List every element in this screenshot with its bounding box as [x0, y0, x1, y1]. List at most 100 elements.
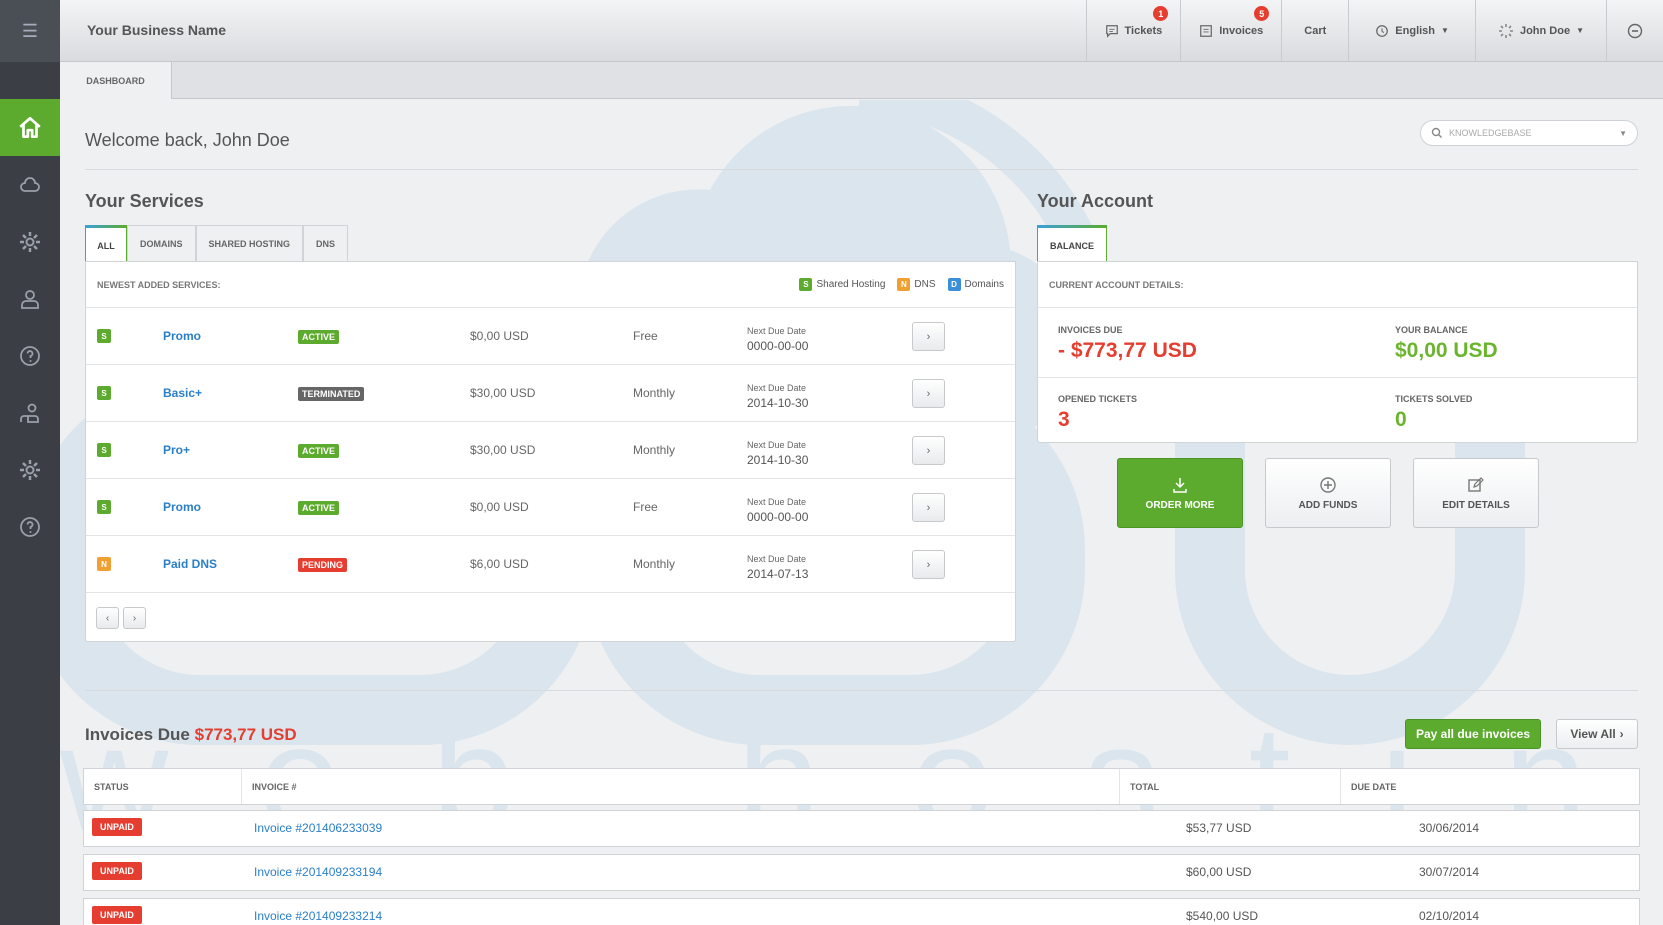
service-type-badge: N [97, 557, 111, 571]
invoice-row: UNPAID Invoice #201406233039 $53,77 USD … [83, 810, 1640, 847]
service-price: $0,00 USD [470, 329, 529, 343]
tab-dns[interactable]: DNS [303, 225, 349, 261]
service-type-badge: S [97, 500, 111, 514]
view-all-button[interactable]: View All › [1556, 719, 1638, 749]
edit-details-label: EDIT DETAILS [1442, 499, 1510, 511]
sidebar-item-home[interactable] [0, 99, 60, 156]
opened-tickets-label: OPENED TICKETS [1058, 394, 1138, 404]
invoices-nav[interactable]: Invoices 5 [1180, 0, 1281, 61]
invoices-due-label: INVOICES DUE [1058, 325, 1123, 335]
col-due-date[interactable]: DUE DATE [1341, 769, 1396, 804]
user-dropdown[interactable]: John Doe ▼ [1474, 0, 1606, 61]
sidebar-item-help[interactable] [0, 327, 60, 384]
invoices-label: Invoices [1219, 24, 1264, 37]
top-nav: Tickets 1 Invoices 5 Cart English ▼ John… [1085, 0, 1663, 61]
services-tabs: ALL DOMAINS SHARED HOSTING DNS [85, 225, 349, 263]
invoice-number-link[interactable]: Invoice #201409233194 [254, 865, 382, 879]
chevron-down-icon: ▼ [1576, 26, 1584, 35]
sidebar-item-profile[interactable] [0, 270, 60, 327]
add-funds-button[interactable]: ADD FUNDS [1265, 458, 1391, 528]
service-name-link[interactable]: Paid DNS [163, 557, 217, 571]
help-icon [20, 516, 40, 537]
sidebar-item-settings-2[interactable] [0, 441, 60, 498]
knowledgebase-search[interactable]: KNOWLEDGEBASE ▼ [1420, 120, 1638, 146]
service-row: N Paid DNS PENDING $6,00 USD Monthly Nex… [86, 536, 1015, 593]
next-page-button[interactable]: › [123, 607, 146, 629]
legend-label: DNS [914, 279, 936, 290]
tab-domains[interactable]: DOMAINS [127, 225, 196, 261]
service-type-badge: S [97, 386, 111, 400]
invoice-total: $60,00 USD [1186, 865, 1252, 879]
divider [85, 169, 1638, 170]
search-icon [1431, 127, 1442, 138]
divider [1038, 377, 1637, 378]
tickets-nav[interactable]: Tickets 1 [1085, 0, 1181, 61]
edit-icon [1468, 476, 1484, 492]
legend-label: Domains [964, 279, 1004, 290]
next-due-date: 0000-00-00 [747, 339, 809, 353]
tab-shared-hosting[interactable]: SHARED HOSTING [195, 225, 304, 261]
services-panel: NEWEST ADDED SERVICES: S Shared Hosting N… [85, 261, 1016, 642]
service-row: S Promo ACTIVE $0,00 USD Free Next Due D… [86, 479, 1015, 536]
chevron-right-icon: › [1619, 727, 1624, 741]
business-name[interactable]: Your Business Name [87, 22, 226, 38]
service-details-button[interactable]: › [912, 379, 945, 408]
account-tabs: BALANCE [1037, 225, 1107, 263]
balance-label: YOUR BALANCE [1395, 325, 1468, 335]
legend-letter: S [799, 278, 813, 291]
service-name-link[interactable]: Promo [163, 329, 201, 343]
chevron-down-icon: ▼ [1619, 128, 1627, 138]
service-details-button[interactable]: › [912, 436, 945, 465]
legend-shared-hosting: S Shared Hosting [799, 278, 885, 291]
service-details-button[interactable]: › [912, 493, 945, 522]
service-name-link[interactable]: Pro+ [163, 443, 190, 457]
invoice-row: UNPAID Invoice #201409233194 $60,00 USD … [83, 854, 1640, 891]
chat-icon [1105, 24, 1118, 38]
service-details-button[interactable]: › [912, 550, 945, 579]
invoices-title-label: Invoices Due [85, 725, 190, 744]
home-icon [19, 116, 41, 138]
invoice-status-badge: UNPAID [92, 818, 142, 836]
invoice-number-link[interactable]: Invoice #201409233214 [254, 909, 382, 923]
sidebar-item-help-2[interactable] [0, 498, 60, 555]
tab-all[interactable]: ALL [85, 225, 127, 263]
hamburger-menu-icon[interactable]: ☰ [0, 0, 60, 62]
welcome-message: Welcome back, John Doe [85, 130, 290, 150]
prev-page-button[interactable]: ‹ [96, 607, 119, 629]
service-price: $0,00 USD [470, 500, 529, 514]
service-name-link[interactable]: Basic+ [163, 386, 202, 400]
help-icon [20, 345, 40, 366]
minus-circle-icon [1627, 23, 1643, 38]
tickets-badge: 1 [1153, 6, 1169, 21]
language-dropdown[interactable]: English ▼ [1348, 0, 1475, 61]
logout-button[interactable] [1606, 0, 1663, 61]
order-more-button[interactable]: ORDER MORE [1117, 458, 1243, 528]
next-due-date: 2014-10-30 [747, 396, 809, 410]
sidebar-item-settings[interactable] [0, 213, 60, 270]
col-invoice-number[interactable]: INVOICE # [242, 769, 1120, 804]
tab-dashboard[interactable]: DASHBOARD [60, 62, 172, 99]
service-name-link[interactable]: Promo [163, 500, 201, 514]
service-details-button[interactable]: › [912, 322, 945, 351]
col-status[interactable]: STATUS [84, 769, 242, 804]
next-due-date: 0000-00-00 [747, 510, 809, 524]
service-type-badge: S [97, 329, 111, 343]
col-total[interactable]: TOTAL [1120, 769, 1341, 804]
sidebar-item-users[interactable] [0, 384, 60, 441]
opened-tickets-value: 3 [1058, 408, 1070, 431]
service-status-badge: ACTIVE [298, 444, 340, 458]
invoice-number-link[interactable]: Invoice #201406233039 [254, 821, 382, 835]
edit-details-button[interactable]: EDIT DETAILS [1413, 458, 1539, 528]
divider [85, 690, 1638, 691]
order-more-label: ORDER MORE [1145, 499, 1215, 511]
tab-balance[interactable]: BALANCE [1037, 225, 1107, 263]
invoice-due-date: 30/06/2014 [1419, 821, 1480, 835]
sidebar-item-cloud[interactable] [0, 156, 60, 213]
gear-icon [20, 231, 40, 252]
invoice-total: $53,77 USD [1186, 821, 1252, 835]
service-billing-cycle: Monthly [633, 443, 676, 457]
pay-all-invoices-button[interactable]: Pay all due invoices [1405, 719, 1541, 749]
newest-services-label: NEWEST ADDED SERVICES: [97, 279, 221, 290]
cart-nav[interactable]: Cart [1281, 0, 1348, 61]
service-price: $30,00 USD [470, 443, 536, 457]
